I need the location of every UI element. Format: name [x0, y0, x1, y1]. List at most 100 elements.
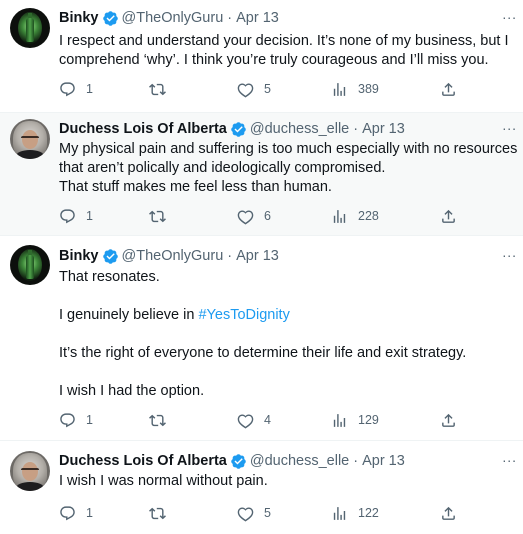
verified-badge-icon: [230, 453, 247, 470]
tweet-date[interactable]: Apr 13: [362, 452, 405, 470]
tweet-text: I wish I was normal without pain.: [59, 472, 519, 491]
tweet-text: I respect and understand your decision. …: [59, 32, 519, 70]
views-button[interactable]: 122: [331, 503, 379, 523]
tweet[interactable]: Binky @TheOnlyGuru · Apr 13 ... I respec…: [0, 0, 523, 112]
tweet-header: Duchess Lois Of Alberta @duchess_elle · …: [59, 452, 405, 470]
heart-icon: [237, 81, 254, 98]
tweet-actions: 1 5 389: [59, 79, 499, 99]
like-count: 4: [264, 413, 271, 427]
verified-badge-icon: [230, 121, 247, 138]
verified-badge-icon: [102, 10, 119, 27]
more-options-icon[interactable]: ...: [502, 117, 517, 133]
display-name[interactable]: Duchess Lois Of Alberta: [59, 452, 227, 470]
tweet-text-segment: I genuinely believe in: [59, 307, 199, 323]
views-chart-icon: [331, 412, 348, 429]
avatar-image-detail: [26, 18, 34, 42]
retweet-icon: [149, 505, 166, 522]
avatar[interactable]: [10, 245, 50, 285]
retweet-button[interactable]: [149, 79, 176, 99]
share-button[interactable]: [440, 79, 457, 99]
tweet-date[interactable]: Apr 13: [236, 9, 279, 27]
share-button[interactable]: [440, 503, 457, 523]
more-options-icon[interactable]: ...: [502, 244, 517, 260]
avatar-image-detail: [16, 482, 44, 491]
views-count: 122: [358, 506, 379, 520]
tweet-date[interactable]: Apr 13: [362, 120, 405, 138]
tweet-date[interactable]: Apr 13: [236, 247, 279, 265]
user-handle[interactable]: @duchess_elle: [250, 120, 349, 138]
display-name[interactable]: Binky: [59, 9, 99, 27]
hashtag-link[interactable]: #YesToDignity: [198, 307, 289, 323]
reply-count: 1: [86, 82, 93, 96]
user-handle[interactable]: @TheOnlyGuru: [122, 247, 224, 265]
share-icon: [440, 505, 457, 522]
share-icon: [440, 81, 457, 98]
heart-icon: [237, 505, 254, 522]
header-separator: ·: [227, 248, 233, 264]
retweet-button[interactable]: [149, 503, 176, 523]
like-button[interactable]: 5: [237, 503, 271, 523]
tweet-actions: 1 5 122: [59, 503, 499, 523]
tweet[interactable]: Duchess Lois Of Alberta @duchess_elle · …: [0, 441, 523, 534]
retweet-icon: [149, 81, 166, 98]
avatar[interactable]: [10, 8, 50, 48]
reply-count: 1: [86, 413, 93, 427]
retweet-button[interactable]: [149, 410, 176, 430]
like-button[interactable]: 5: [237, 79, 271, 99]
avatar-image-detail: [16, 150, 44, 159]
tweet[interactable]: Duchess Lois Of Alberta @duchess_elle · …: [0, 113, 523, 235]
heart-icon: [237, 412, 254, 429]
tweet-text-line: I respect and understand your decision. …: [59, 33, 509, 49]
user-handle[interactable]: @TheOnlyGuru: [122, 9, 224, 27]
like-count: 5: [264, 82, 271, 96]
tweet-actions: 1 4 129: [59, 410, 499, 430]
reply-button[interactable]: 1: [59, 79, 93, 99]
reply-button[interactable]: 1: [59, 503, 93, 523]
like-button[interactable]: 6: [237, 206, 271, 226]
tweet-text-line: That resonates.: [59, 269, 160, 285]
avatar[interactable]: [10, 451, 50, 491]
tweet-text-line: that aren’t polically and ideologically …: [59, 160, 386, 176]
more-options-icon[interactable]: ...: [502, 449, 517, 465]
display-name[interactable]: Binky: [59, 247, 99, 265]
tweet-text-line: That stuff makes me feel less than human…: [59, 179, 332, 195]
user-handle[interactable]: @duchess_elle: [250, 452, 349, 470]
avatar[interactable]: [10, 119, 50, 159]
like-count: 6: [264, 209, 271, 223]
tweet-actions: 1 6 228: [59, 206, 499, 226]
views-button[interactable]: 389: [331, 79, 379, 99]
header-separator: ·: [227, 10, 233, 26]
views-count: 389: [358, 82, 379, 96]
avatar-image-detail: [26, 255, 34, 279]
tweet-text: That resonates. I genuinely believe in #…: [59, 268, 519, 401]
share-button[interactable]: [440, 410, 457, 430]
tweet-header: Duchess Lois Of Alberta @duchess_elle · …: [59, 120, 405, 138]
views-button[interactable]: 129: [331, 410, 379, 430]
retweet-icon: [149, 208, 166, 225]
views-chart-icon: [331, 505, 348, 522]
reply-icon: [59, 81, 76, 98]
header-separator: ·: [353, 121, 359, 137]
verified-badge-icon: [102, 248, 119, 265]
more-options-icon[interactable]: ...: [502, 6, 517, 22]
tweet-text: My physical pain and suffering is too mu…: [59, 140, 519, 197]
avatar-image-detail: [21, 468, 39, 475]
tweet-text-line: My physical pain and suffering is too mu…: [59, 141, 518, 157]
tweet-text-line: comprehend ‘why’. I think you’re truly c…: [59, 52, 489, 68]
views-chart-icon: [331, 81, 348, 98]
views-button[interactable]: 228: [331, 206, 379, 226]
reply-button[interactable]: 1: [59, 206, 93, 226]
reply-icon: [59, 412, 76, 429]
tweet-text-line: It’s the right of everyone to determine …: [59, 345, 467, 361]
reply-button[interactable]: 1: [59, 410, 93, 430]
avatar-image-detail: [21, 136, 39, 143]
reply-icon: [59, 505, 76, 522]
tweet[interactable]: Binky @TheOnlyGuru · Apr 13 ... That res…: [0, 236, 523, 440]
share-button[interactable]: [440, 206, 457, 226]
tweet-header: Binky @TheOnlyGuru · Apr 13: [59, 247, 279, 265]
reply-count: 1: [86, 209, 93, 223]
like-button[interactable]: 4: [237, 410, 271, 430]
display-name[interactable]: Duchess Lois Of Alberta: [59, 120, 227, 138]
tweet-text-line: I genuinely believe in #YesToDignity: [59, 306, 519, 325]
retweet-button[interactable]: [149, 206, 176, 226]
